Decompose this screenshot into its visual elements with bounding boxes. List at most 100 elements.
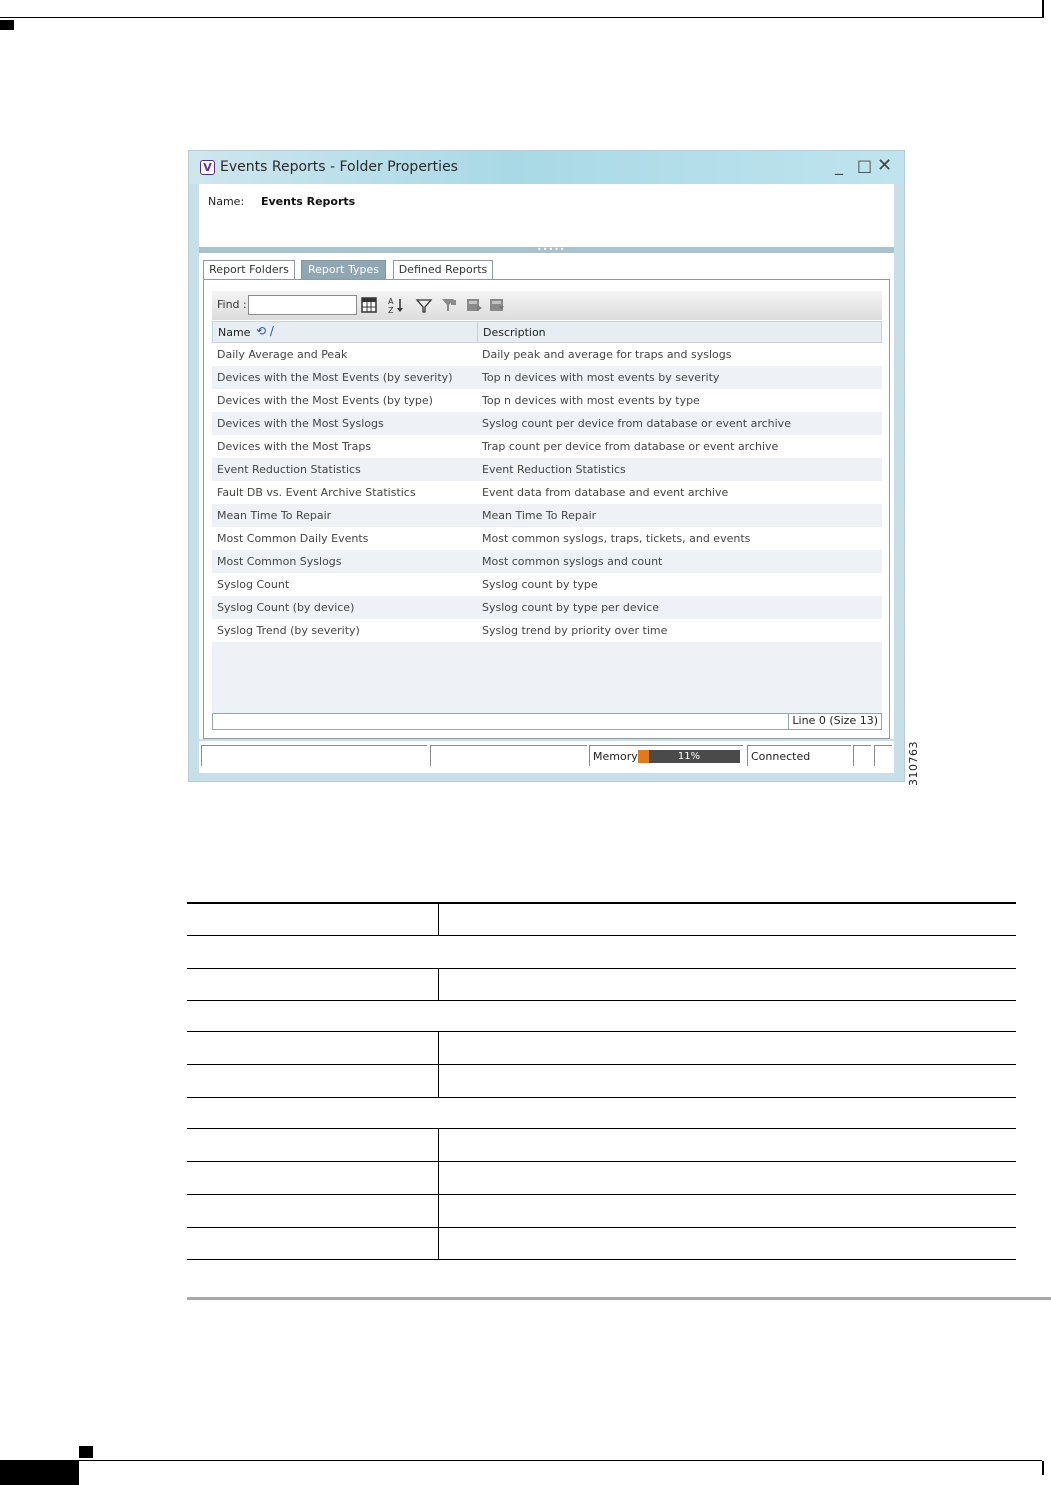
maximize-button[interactable]: □ bbox=[857, 156, 872, 176]
close-button[interactable]: ✕ bbox=[877, 156, 892, 176]
report-type-name: Event Reduction Statistics bbox=[217, 463, 361, 476]
table-rule bbox=[187, 1031, 1016, 1032]
connection-status: Connected bbox=[747, 745, 851, 766]
app-logo-icon: V bbox=[200, 160, 215, 175]
filter-icon[interactable] bbox=[415, 296, 433, 314]
report-type-description: Trap count per device from database or e… bbox=[482, 440, 779, 453]
table-row[interactable]: Mean Time To Repair Mean Time To Repair bbox=[212, 504, 882, 527]
report-type-description: Top n devices with most events by type bbox=[482, 394, 700, 407]
table-rule bbox=[187, 902, 1016, 904]
report-type-name: Fault DB vs. Event Archive Statistics bbox=[217, 486, 416, 499]
status-field-6 bbox=[874, 745, 892, 766]
table-row[interactable]: Devices with the Most Syslogs Syslog coun… bbox=[212, 412, 882, 435]
sort-az-icon[interactable]: A Z bbox=[387, 296, 405, 314]
name-value: Events Reports bbox=[261, 195, 356, 208]
column-header-description[interactable]: Description bbox=[483, 326, 546, 339]
column-header-name[interactable]: Name bbox=[218, 326, 250, 339]
table-row[interactable]: Devices with the Most Events (by type) To… bbox=[212, 389, 882, 412]
window-title: Events Reports - Folder Properties bbox=[220, 159, 458, 175]
table-row[interactable]: Fault DB vs. Event Archive Statistics Eve… bbox=[212, 481, 882, 504]
table-column-rule bbox=[438, 902, 439, 935]
report-type-description: Event data from database and event archi… bbox=[482, 486, 729, 499]
tabs-panel: Report Folders Report Types Defined Repo… bbox=[199, 253, 894, 739]
report-type-description: Most common syslogs, traps, tickets, and… bbox=[482, 532, 751, 545]
table-row[interactable]: Event Reduction Statistics Event Reductio… bbox=[212, 458, 882, 481]
report-type-description: Syslog count per device from database or… bbox=[482, 417, 791, 430]
tab-content: Find : A Z Name ⟲ / Description Daily Av… bbox=[203, 279, 890, 739]
status-bar: Memory: 11% Connected bbox=[199, 741, 894, 773]
report-type-name: Syslog Count (by device) bbox=[217, 601, 355, 614]
tab-defined-reports[interactable]: Defined Reports bbox=[393, 260, 493, 279]
clear-filter-icon[interactable] bbox=[440, 296, 458, 314]
export-icon[interactable] bbox=[465, 296, 483, 314]
report-type-description: Mean Time To Repair bbox=[482, 509, 597, 522]
table-header: Name ⟲ / Description bbox=[212, 321, 882, 343]
table-column-rule bbox=[438, 1031, 439, 1097]
table-rule bbox=[187, 1097, 1016, 1098]
report-type-name: Most Common Syslogs bbox=[217, 555, 342, 568]
table-rule bbox=[187, 935, 1016, 936]
report-type-name: Devices with the Most Events (by severit… bbox=[217, 371, 453, 384]
memory-status: Memory: 11% bbox=[589, 745, 743, 766]
memory-label: Memory: bbox=[593, 750, 641, 763]
table-column-rule bbox=[438, 968, 439, 1000]
table-row[interactable]: Syslog Count (by device) Syslog count by … bbox=[212, 596, 882, 619]
table-rule bbox=[187, 1259, 1016, 1260]
report-type-name: Syslog Count bbox=[217, 578, 290, 591]
find-toolbar: Find : A Z bbox=[212, 291, 882, 320]
svg-text:A: A bbox=[388, 297, 394, 306]
table-rule bbox=[187, 1161, 1016, 1162]
find-label: Find : bbox=[217, 298, 247, 311]
find-input[interactable] bbox=[248, 295, 357, 315]
footer-block bbox=[0, 1461, 79, 1485]
table-rule bbox=[187, 1000, 1016, 1001]
status-field-1 bbox=[201, 745, 427, 766]
svg-text:Z: Z bbox=[388, 306, 394, 314]
table-row[interactable]: Devices with the Most Events (by severit… bbox=[212, 366, 882, 389]
report-type-name: Devices with the Most Traps bbox=[217, 440, 372, 453]
sort-indicator-icon[interactable]: ⟲ / bbox=[256, 324, 274, 338]
table-row[interactable]: Most Common Daily Events Most common sysl… bbox=[212, 527, 882, 550]
report-type-name: Devices with the Most Events (by type) bbox=[217, 394, 433, 407]
connection-label: Connected bbox=[751, 750, 811, 763]
name-label: Name: bbox=[208, 195, 245, 208]
tab-report-types[interactable]: Report Types bbox=[301, 260, 386, 279]
footer-marker bbox=[79, 1446, 93, 1458]
title-bar[interactable]: V Events Reports - Folder Properties _ □… bbox=[189, 151, 904, 184]
report-types-list: Daily Average and Peak Daily peak and ave… bbox=[212, 343, 882, 642]
table-rule bbox=[187, 1227, 1016, 1228]
table-row[interactable]: Syslog Trend (by severity) Syslog trend b… bbox=[212, 619, 882, 642]
table-row[interactable]: Most Common Syslogs Most common syslogs a… bbox=[212, 550, 882, 573]
memory-percent: 11% bbox=[677, 751, 701, 762]
report-type-name: Daily Average and Peak bbox=[217, 348, 348, 361]
table-rule bbox=[187, 968, 1016, 969]
table-rule bbox=[187, 1064, 1016, 1065]
footer-tick bbox=[1042, 1461, 1044, 1475]
properties-panel: Name: Events Reports bbox=[199, 184, 894, 247]
line-size-status: Line 0 (Size 13) bbox=[788, 713, 881, 730]
report-type-name: Mean Time To Repair bbox=[217, 509, 332, 522]
tab-report-folders[interactable]: Report Folders bbox=[203, 260, 295, 279]
column-chooser-icon[interactable] bbox=[360, 296, 378, 314]
table-rule bbox=[187, 1194, 1016, 1195]
column-divider[interactable] bbox=[477, 322, 478, 342]
table-footer: Line 0 (Size 13) bbox=[212, 713, 882, 730]
end-rule bbox=[187, 1297, 1051, 1300]
print-icon[interactable] bbox=[488, 296, 506, 314]
memory-bar: 11% bbox=[638, 750, 740, 763]
table-row[interactable]: Daily Average and Peak Daily peak and ave… bbox=[212, 343, 882, 366]
table-rule bbox=[187, 1128, 1016, 1129]
status-field-5 bbox=[853, 745, 871, 766]
header-rule bbox=[0, 17, 1042, 18]
report-type-description: Syslog count by type bbox=[482, 578, 598, 591]
report-type-description: Top n devices with most events by severi… bbox=[482, 371, 720, 384]
table-row[interactable]: Syslog Count Syslog count by type bbox=[212, 573, 882, 596]
report-type-description: Syslog count by type per device bbox=[482, 601, 659, 614]
report-type-description: Most common syslogs and count bbox=[482, 555, 663, 568]
table-column-rule bbox=[438, 1128, 439, 1259]
report-type-name: Most Common Daily Events bbox=[217, 532, 369, 545]
report-type-description: Event Reduction Statistics bbox=[482, 463, 626, 476]
report-type-name: Devices with the Most Syslogs bbox=[217, 417, 384, 430]
table-row[interactable]: Devices with the Most Traps Trap count pe… bbox=[212, 435, 882, 458]
minimize-button[interactable]: _ bbox=[835, 156, 843, 176]
